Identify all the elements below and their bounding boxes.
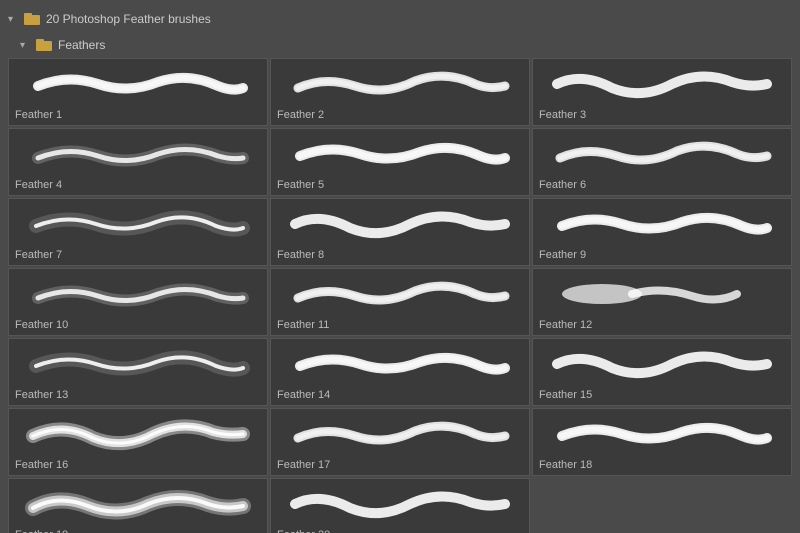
brush-label-6: Feather 6 bbox=[539, 177, 785, 191]
brush-label-4: Feather 4 bbox=[15, 177, 261, 191]
brush-preview-13 bbox=[15, 345, 261, 383]
brush-preview-7 bbox=[15, 205, 261, 243]
brush-cell-19[interactable]: Feather 19 bbox=[8, 478, 268, 533]
top-folder-icon bbox=[24, 13, 40, 25]
brush-label-14: Feather 14 bbox=[277, 387, 523, 401]
brush-preview-17 bbox=[277, 415, 523, 453]
brush-preview-9 bbox=[539, 205, 785, 243]
top-header: ▾ 20 Photoshop Feather brushes bbox=[6, 8, 794, 30]
brush-cell-18[interactable]: Feather 18 bbox=[532, 408, 792, 476]
brush-preview-8 bbox=[277, 205, 523, 243]
brush-preview-2 bbox=[277, 65, 523, 103]
sub-folder-icon bbox=[36, 39, 52, 51]
brush-cell-6[interactable]: Feather 6 bbox=[532, 128, 792, 196]
brush-cell-1[interactable]: Feather 1 bbox=[8, 58, 268, 126]
brush-cell-13[interactable]: Feather 13 bbox=[8, 338, 268, 406]
brush-preview-1 bbox=[15, 65, 261, 103]
brush-preview-4 bbox=[15, 135, 261, 173]
sub-chevron[interactable]: ▾ bbox=[20, 40, 30, 50]
brush-label-5: Feather 5 bbox=[277, 177, 523, 191]
brush-label-17: Feather 17 bbox=[277, 457, 523, 471]
brush-cell-15[interactable]: Feather 15 bbox=[532, 338, 792, 406]
brush-preview-19 bbox=[15, 485, 261, 523]
brush-label-8: Feather 8 bbox=[277, 247, 523, 261]
brush-cell-17[interactable]: Feather 17 bbox=[270, 408, 530, 476]
brush-preview-12 bbox=[539, 275, 785, 313]
brush-cell-12[interactable]: Feather 12 bbox=[532, 268, 792, 336]
brush-preview-14 bbox=[277, 345, 523, 383]
brush-preview-18 bbox=[539, 415, 785, 453]
panel-title: 20 Photoshop Feather brushes bbox=[46, 12, 211, 26]
brush-label-12: Feather 12 bbox=[539, 317, 785, 331]
brush-preview-3 bbox=[539, 65, 785, 103]
brush-label-11: Feather 11 bbox=[277, 317, 523, 331]
brush-preview-16 bbox=[15, 415, 261, 453]
brush-label-9: Feather 9 bbox=[539, 247, 785, 261]
top-chevron[interactable]: ▾ bbox=[8, 14, 18, 24]
brush-cell-20[interactable]: Feather 20 bbox=[270, 478, 530, 533]
brush-cell-4[interactable]: Feather 4 bbox=[8, 128, 268, 196]
brush-label-7: Feather 7 bbox=[15, 247, 261, 261]
brush-preview-20 bbox=[277, 485, 523, 523]
brush-label-15: Feather 15 bbox=[539, 387, 785, 401]
brush-cell-2[interactable]: Feather 2 bbox=[270, 58, 530, 126]
brush-label-20: Feather 20 bbox=[277, 527, 523, 533]
brush-cell-14[interactable]: Feather 14 bbox=[270, 338, 530, 406]
brush-label-13: Feather 13 bbox=[15, 387, 261, 401]
brushes-panel: ▾ 20 Photoshop Feather brushes ▾ Feather… bbox=[0, 0, 800, 533]
brush-cell-3[interactable]: Feather 3 bbox=[532, 58, 792, 126]
brush-cell-8[interactable]: Feather 8 bbox=[270, 198, 530, 266]
brush-label-16: Feather 16 bbox=[15, 457, 261, 471]
brush-preview-11 bbox=[277, 275, 523, 313]
brush-cell-11[interactable]: Feather 11 bbox=[270, 268, 530, 336]
brush-label-10: Feather 10 bbox=[15, 317, 261, 331]
brush-cell-9[interactable]: Feather 9 bbox=[532, 198, 792, 266]
brush-preview-6 bbox=[539, 135, 785, 173]
brush-preview-15 bbox=[539, 345, 785, 383]
brush-label-3: Feather 3 bbox=[539, 107, 785, 121]
brush-cell-7[interactable]: Feather 7 bbox=[8, 198, 268, 266]
brush-label-18: Feather 18 bbox=[539, 457, 785, 471]
brush-preview-5 bbox=[277, 135, 523, 173]
brush-label-2: Feather 2 bbox=[277, 107, 523, 121]
sub-header: ▾ Feathers bbox=[6, 34, 794, 58]
subfolder-title: Feathers bbox=[58, 38, 105, 52]
brush-cell-5[interactable]: Feather 5 bbox=[270, 128, 530, 196]
brush-cell-10[interactable]: Feather 10 bbox=[8, 268, 268, 336]
brush-grid: Feather 1 Feather 2 Feather 3 Feather 4 … bbox=[6, 58, 794, 533]
brush-label-19: Feather 19 bbox=[15, 527, 261, 533]
brush-cell-16[interactable]: Feather 16 bbox=[8, 408, 268, 476]
brush-label-1: Feather 1 bbox=[15, 107, 261, 121]
brush-preview-10 bbox=[15, 275, 261, 313]
